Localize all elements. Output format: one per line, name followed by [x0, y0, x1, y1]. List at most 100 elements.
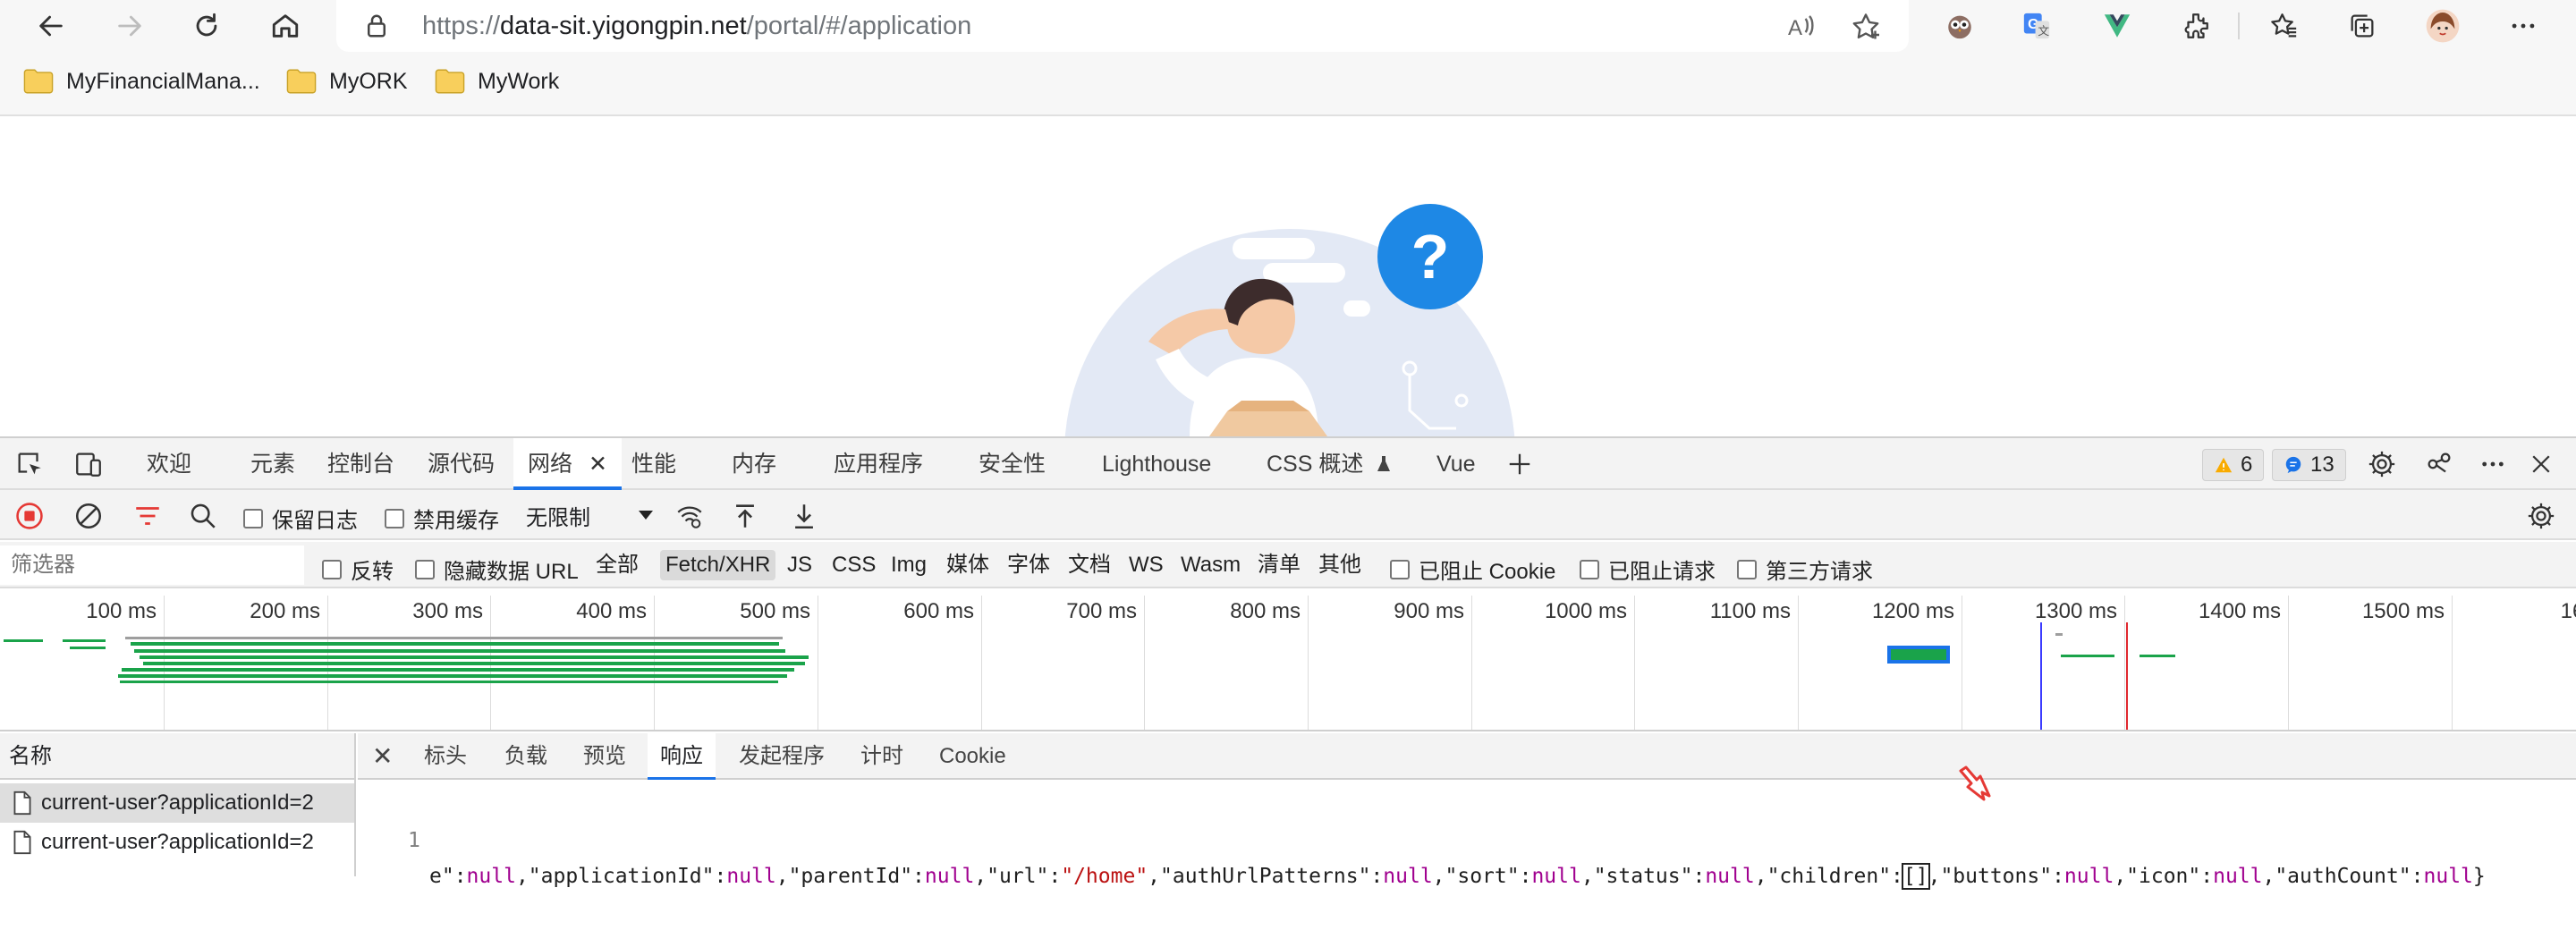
checkbox-box[interactable]: [415, 559, 435, 579]
filter-type-other[interactable]: 其他: [1313, 550, 1367, 580]
tab-sources[interactable]: 源代码: [428, 438, 495, 490]
vue-extension-icon[interactable]: [2098, 7, 2136, 45]
favorites-icon[interactable]: [2265, 7, 2302, 45]
collections-icon[interactable]: [2343, 7, 2381, 45]
filter-input[interactable]: [0, 545, 304, 585]
tab-initiator[interactable]: 发起程序: [739, 733, 825, 780]
checkbox-box[interactable]: [322, 559, 342, 579]
network-conditions-icon[interactable]: [673, 499, 707, 533]
tab-preview[interactable]: 预览: [583, 733, 626, 780]
tab-timing[interactable]: 计时: [860, 733, 903, 780]
puzzle-icon[interactable]: [2177, 7, 2215, 45]
tab-elements[interactable]: 元素: [250, 438, 295, 490]
filter-type-css[interactable]: CSS: [826, 550, 881, 580]
inspect-element-icon[interactable]: [13, 447, 47, 481]
add-favorite-icon[interactable]: [1850, 11, 1882, 43]
checkbox-box[interactable]: [1390, 559, 1410, 579]
tab-response[interactable]: 响应: [648, 733, 716, 780]
close-detail-icon[interactable]: ✕: [372, 733, 393, 780]
third-party-checkbox[interactable]: 第三方请求: [1737, 554, 1873, 585]
filter-type-js[interactable]: JS: [782, 550, 818, 580]
bookmark-folder[interactable]: MyWork: [435, 68, 559, 95]
filter-icon[interactable]: [131, 499, 165, 533]
tab-network[interactable]: 网络 ✕: [513, 438, 622, 490]
tab-css-overview[interactable]: CSS 概述: [1267, 438, 1393, 490]
invert-checkbox[interactable]: 反转: [322, 554, 394, 585]
refresh-button[interactable]: [186, 5, 227, 46]
name-column-header[interactable]: 名称: [0, 733, 354, 780]
request-row[interactable]: current-user?applicationId=2: [0, 823, 354, 862]
address-bar[interactable]: https://data-sit.yigongpin.net/portal/#/…: [336, 0, 1909, 52]
filter-bar: 反转 隐藏数据 URL 全部 Fetch/XHR JS CSS Img 媒体 字…: [0, 542, 2576, 588]
dropdown-arrow-icon: [639, 511, 653, 520]
filter-type-wasm[interactable]: Wasm: [1175, 550, 1246, 580]
owl-extension-icon[interactable]: [1941, 7, 1979, 45]
bookmark-folder[interactable]: MyORK: [286, 68, 408, 95]
forward-button[interactable]: [109, 5, 150, 46]
network-overview[interactable]: 100 ms 200 ms 300 ms 400 ms 500 ms 600 ms 700 …: [0, 590, 2576, 731]
checkbox-box[interactable]: [1580, 559, 1599, 579]
preserve-log-checkbox[interactable]: 保留日志: [243, 503, 358, 534]
disable-cache-checkbox[interactable]: 禁用缓存: [385, 503, 499, 534]
filter-type-media[interactable]: 媒体: [941, 550, 995, 580]
waterfall-bar: [1891, 649, 1946, 660]
tab-application[interactable]: 应用程序: [834, 438, 923, 490]
waterfall-bar: [120, 681, 778, 683]
json-token: null: [466, 865, 516, 888]
more-icon[interactable]: [2504, 7, 2542, 45]
translate-extension-icon[interactable]: G文: [2018, 7, 2055, 45]
no-access-illustration: [1064, 229, 1515, 436]
tab-welcome[interactable]: 欢迎: [147, 438, 191, 490]
read-aloud-icon[interactable]: A: [1785, 11, 1818, 43]
tab-headers[interactable]: 标头: [424, 733, 467, 780]
tab-security[interactable]: 安全性: [979, 438, 1046, 490]
checkbox-box[interactable]: [385, 508, 404, 528]
customize-icon[interactable]: [2422, 447, 2456, 481]
tab-lighthouse[interactable]: Lighthouse: [1102, 438, 1211, 490]
more-options-icon[interactable]: [2476, 447, 2510, 481]
checkbox-box[interactable]: [243, 508, 263, 528]
network-settings-icon[interactable]: [2524, 499, 2558, 533]
back-button[interactable]: [30, 5, 72, 46]
response-body[interactable]: e":null,"applicationId":null,"parentId":…: [429, 858, 2486, 894]
close-tab-icon[interactable]: ✕: [589, 452, 607, 477]
response-viewer[interactable]: 1 e":null,"applicationId":null,"parentId…: [358, 787, 2576, 890]
clear-icon[interactable]: [72, 499, 106, 533]
filter-type-font[interactable]: 字体: [1002, 550, 1055, 580]
filter-type-ws[interactable]: WS: [1123, 550, 1169, 580]
close-devtools-icon[interactable]: [2524, 447, 2558, 481]
checkbox-box[interactable]: [1737, 559, 1757, 579]
tab-cookies[interactable]: Cookie: [939, 733, 1006, 780]
import-har-icon[interactable]: [728, 499, 762, 533]
blocked-cookies-checkbox[interactable]: 已阻止 Cookie: [1390, 554, 1555, 585]
lock-icon[interactable]: [363, 13, 390, 39]
messages-counter[interactable]: 13: [2272, 449, 2346, 481]
throttling-select[interactable]: 无限制: [519, 499, 658, 531]
profile-avatar[interactable]: [2424, 7, 2462, 45]
filter-type-fetch-xhr[interactable]: Fetch/XHR: [660, 550, 776, 580]
tab-console[interactable]: 控制台: [327, 438, 394, 490]
json-token: null: [1383, 865, 1433, 888]
filter-type-manifest[interactable]: 清单: [1252, 550, 1306, 580]
stop-recording-icon[interactable]: [13, 499, 47, 533]
add-tab-icon[interactable]: [1503, 447, 1537, 481]
filter-type-doc[interactable]: 文档: [1063, 550, 1116, 580]
device-emulation-icon[interactable]: [72, 447, 106, 481]
warnings-counter[interactable]: 6: [2202, 449, 2265, 481]
home-button[interactable]: [265, 5, 306, 46]
settings-gear-icon[interactable]: [2365, 447, 2399, 481]
search-icon[interactable]: [186, 499, 220, 533]
tab-memory[interactable]: 内存: [732, 438, 776, 490]
tab-payload[interactable]: 负载: [504, 733, 547, 780]
hide-data-urls-checkbox[interactable]: 隐藏数据 URL: [415, 554, 579, 585]
bookmark-folder[interactable]: MyFinancialMana...: [23, 68, 260, 95]
tab-vue[interactable]: Vue: [1436, 438, 1476, 490]
request-row[interactable]: current-user?applicationId=2: [0, 783, 354, 823]
filter-type-img[interactable]: Img: [886, 550, 932, 580]
json-token: "/home": [1061, 865, 1148, 888]
export-har-icon[interactable]: [787, 499, 821, 533]
url-text[interactable]: https://data-sit.yigongpin.net/portal/#/…: [422, 12, 971, 41]
tab-performance[interactable]: 性能: [631, 438, 676, 490]
filter-type-all[interactable]: 全部: [590, 550, 644, 580]
blocked-requests-checkbox[interactable]: 已阻止请求: [1580, 554, 1716, 585]
